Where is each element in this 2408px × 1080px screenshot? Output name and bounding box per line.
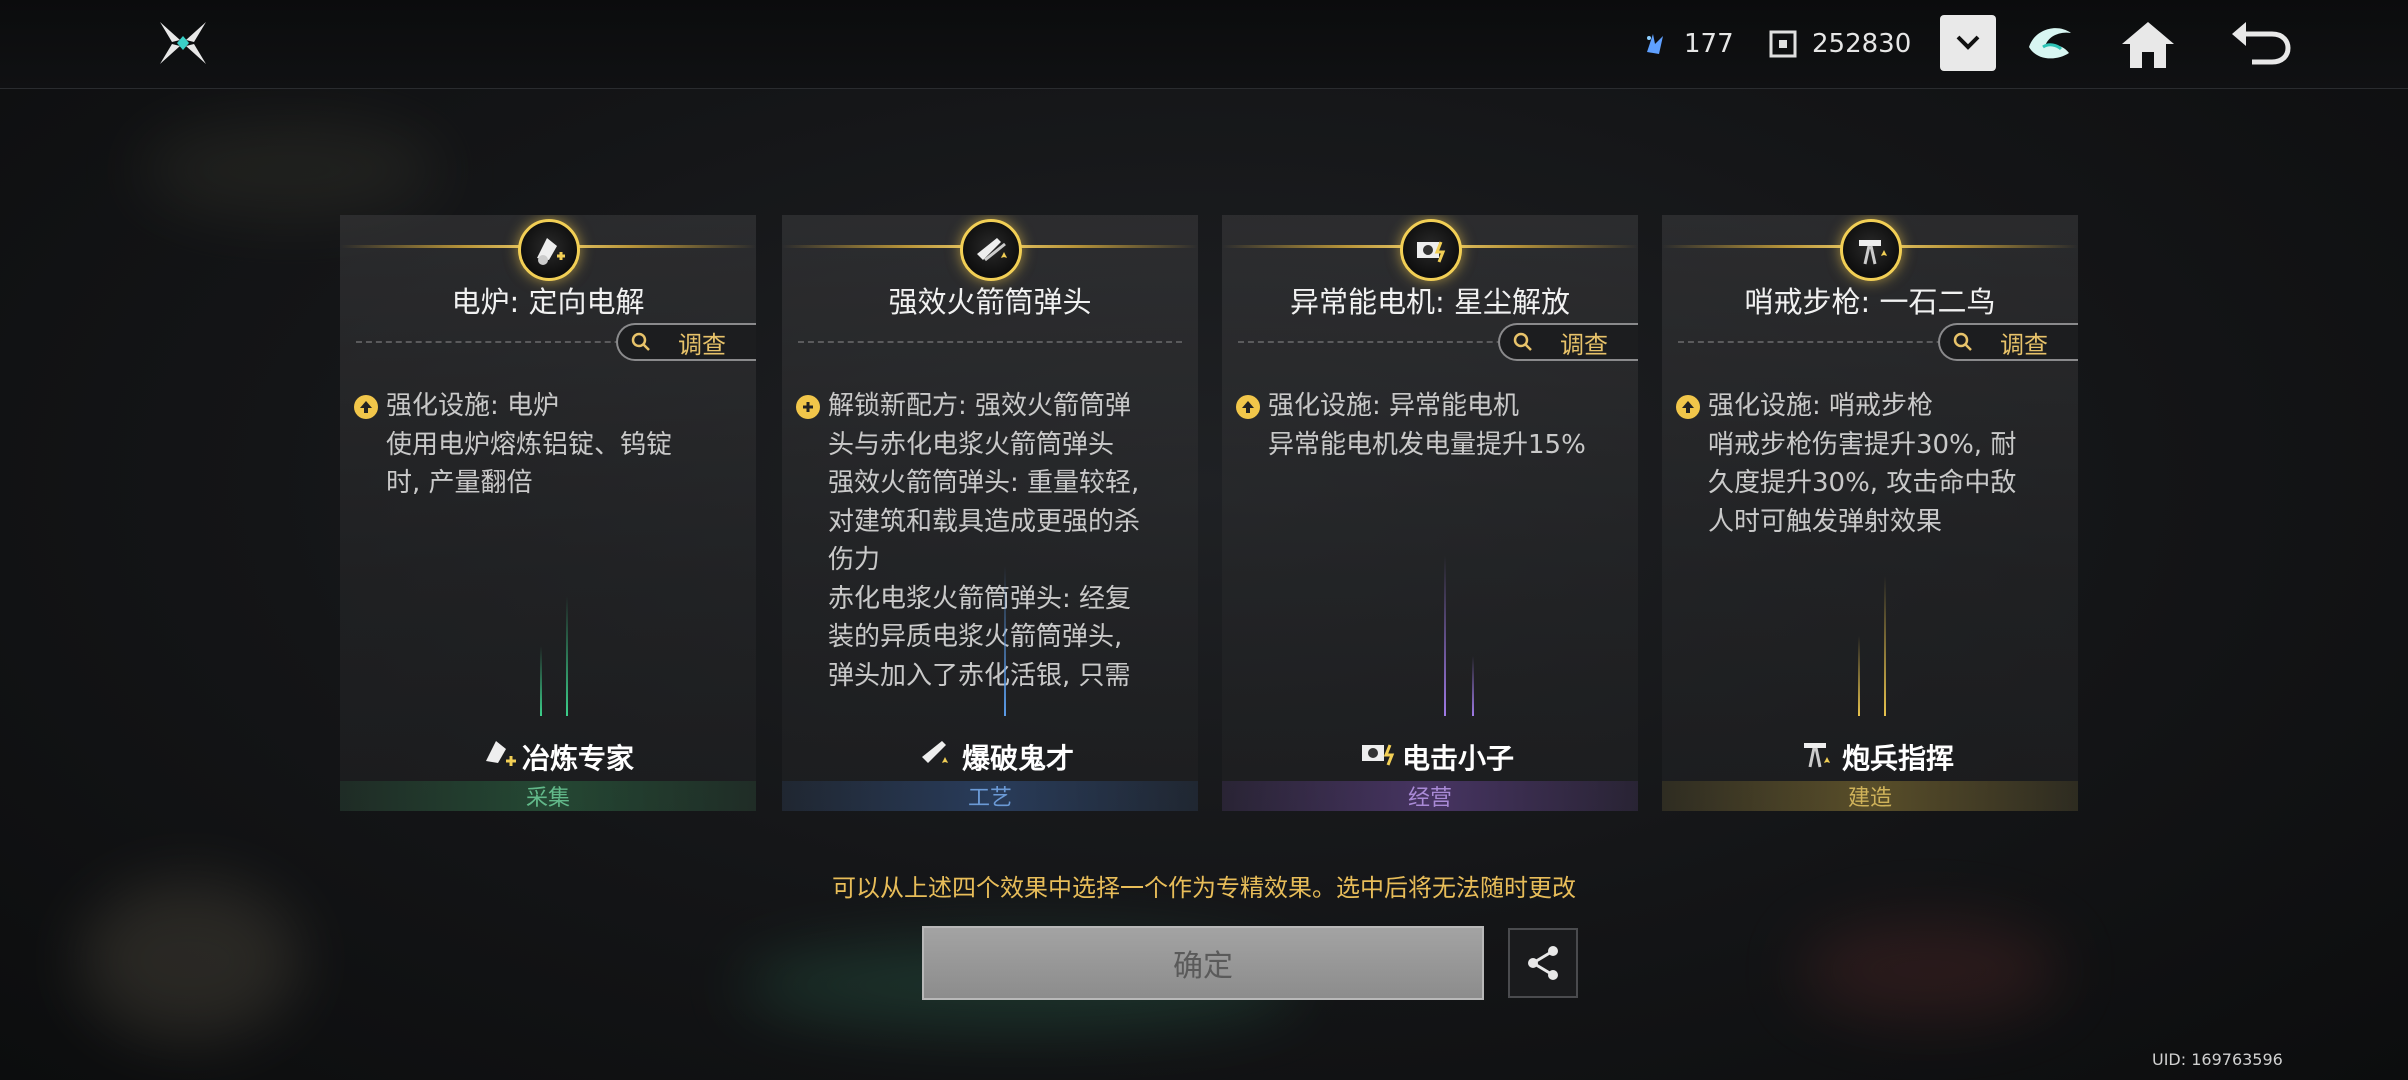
chip-resource: 252830 xyxy=(1768,22,1911,66)
description-text: 强化设施: 异常能电机 异常能电机发电量提升15% xyxy=(1268,391,1586,460)
crystal-resource: 177 xyxy=(1640,22,1734,66)
sentry-medal-icon xyxy=(1840,219,1902,281)
user-id: UID: 169763596 xyxy=(2152,1050,2283,1069)
search-icon xyxy=(1953,332,1972,351)
category-label: 经营 xyxy=(1407,786,1452,811)
plus-circle-icon xyxy=(796,395,820,419)
share-icon xyxy=(1528,946,1558,980)
confirm-label: 确定 xyxy=(1173,949,1233,984)
confirm-button[interactable]: 确定 xyxy=(922,926,1484,1000)
inspect-button[interactable]: 调查 xyxy=(1498,323,1638,361)
glow-streak xyxy=(1004,566,1006,716)
role-name: 电击小子 xyxy=(1402,742,1515,775)
chevron-down-icon xyxy=(1956,35,1980,50)
role-name: 炮兵指挥 xyxy=(1842,742,1955,775)
background-blur xyxy=(80,880,300,1040)
inspect-button[interactable]: 调查 xyxy=(616,323,756,361)
demolition-role-icon xyxy=(918,735,954,771)
generator-medal-icon xyxy=(1400,219,1462,281)
electric-role-icon xyxy=(1360,735,1396,771)
card-title: 强效火箭筒弹头 xyxy=(888,285,1092,319)
card-description: 强化设施: 哨戒步枪 哨戒步枪伤害提升30%, 耐 久度提升30%, 攻击命中敌… xyxy=(1676,387,2070,697)
home-button[interactable] xyxy=(2116,12,2180,76)
upgrade-arrow-icon xyxy=(1236,395,1260,419)
category-label: 采集 xyxy=(525,786,570,811)
glow-streak xyxy=(566,596,568,716)
inspect-label: 调查 xyxy=(678,330,726,359)
card-title: 哨戒步枪: 一石二鸟 xyxy=(1744,285,1996,319)
furnace-medal-icon xyxy=(518,219,580,281)
role-name: 爆破鬼才 xyxy=(962,742,1075,775)
selection-notice: 可以从上述四个效果中选择一个作为专精效果。选中后将无法随时更改 xyxy=(832,874,1576,902)
game-logo-icon xyxy=(156,16,210,70)
crystal-count: 177 xyxy=(1684,29,1734,59)
top-bar: 177 252830 xyxy=(0,0,2408,89)
background-blur xyxy=(140,120,440,220)
rocket-medal-icon xyxy=(960,219,1022,281)
role-name: 冶炼专家 xyxy=(522,742,635,775)
perk-card-furnace[interactable]: 电炉: 定向电解 调查 强化设施: 电炉 使用电炉熔炼铝锭、钨锭 时, 产量翻倍… xyxy=(340,215,756,811)
glow-streak xyxy=(540,646,542,716)
upgrade-arrow-icon xyxy=(1676,395,1700,419)
perk-card-generator[interactable]: 异常能电机: 星尘解放 调查 强化设施: 异常能电机 异常能电机发电量提升15%… xyxy=(1222,215,1638,811)
currency-chip-icon xyxy=(1768,29,1798,59)
back-arrow-icon xyxy=(2232,22,2291,65)
card-description: 强化设施: 异常能电机 异常能电机发电量提升15% xyxy=(1236,387,1630,697)
wave-emblem-icon xyxy=(2029,28,2071,59)
share-button[interactable] xyxy=(1508,928,1578,998)
glow-streak xyxy=(1472,656,1474,716)
inspect-label: 调查 xyxy=(2000,330,2048,359)
category-bar: 经营 xyxy=(1222,781,1638,811)
back-button[interactable] xyxy=(2228,12,2292,76)
expand-dropdown-button[interactable] xyxy=(1940,15,1996,71)
category-label: 建造 xyxy=(1847,786,1892,811)
background-blur xyxy=(1800,920,2060,1020)
perk-card-rocket[interactable]: 强效火箭筒弹头 调查 解锁新配方: 强效火箭筒弹 头与赤化电浆火箭筒弹头 强效火… xyxy=(782,215,1198,811)
artillery-role-icon xyxy=(1798,735,1834,771)
search-icon xyxy=(631,332,650,351)
category-bar: 工艺 xyxy=(782,781,1198,811)
glow-streak xyxy=(1884,576,1886,716)
card-description: 解锁新配方: 强效火箭筒弹 头与赤化电浆火箭筒弹头 强效火箭筒弹头: 重量较轻,… xyxy=(796,387,1190,697)
description-text: 解锁新配方: 强效火箭筒弹 头与赤化电浆火箭筒弹头 强效火箭筒弹头: 重量较轻,… xyxy=(828,391,1141,691)
home-icon xyxy=(2122,22,2174,68)
description-text: 强化设施: 电炉 使用电炉熔炼铝锭、钨锭 时, 产量翻倍 xyxy=(386,391,673,498)
category-bar: 采集 xyxy=(340,781,756,811)
faction-emblem-button[interactable] xyxy=(2018,12,2082,76)
card-title: 异常能电机: 星尘解放 xyxy=(1290,285,1570,319)
perk-card-sentry[interactable]: 哨戒步枪: 一石二鸟 调查 强化设施: 哨戒步枪 哨戒步枪伤害提升30%, 耐 … xyxy=(1662,215,2078,811)
description-text: 强化设施: 哨戒步枪 哨戒步枪伤害提升30%, 耐 久度提升30%, 攻击命中敌… xyxy=(1708,391,2017,537)
crystal-shard-icon xyxy=(1640,29,1670,59)
card-description: 强化设施: 电炉 使用电炉熔炼铝锭、钨锭 时, 产量翻倍 xyxy=(354,387,748,697)
inspect-button[interactable]: 调查 xyxy=(1938,323,2078,361)
glow-streak xyxy=(1444,556,1446,716)
inspect-label: 调查 xyxy=(1560,330,1608,359)
chip-count: 252830 xyxy=(1812,29,1912,59)
card-title: 电炉: 定向电解 xyxy=(451,285,645,319)
upgrade-arrow-icon xyxy=(354,395,378,419)
smelter-role-icon xyxy=(482,735,518,771)
category-label: 工艺 xyxy=(967,786,1012,811)
search-icon xyxy=(1513,332,1532,351)
card-divider xyxy=(798,341,1182,343)
category-bar: 建造 xyxy=(1662,781,2078,811)
glow-streak xyxy=(1858,636,1860,716)
